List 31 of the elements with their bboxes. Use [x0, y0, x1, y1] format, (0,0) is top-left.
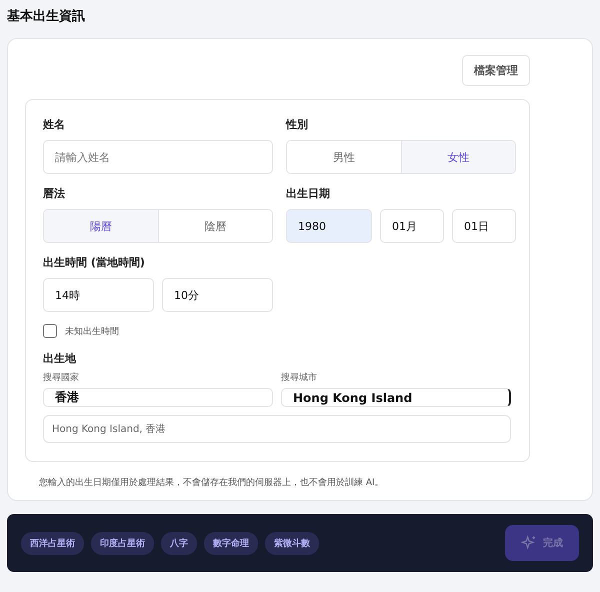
field-label: 性別	[286, 118, 309, 132]
privacy-notice: 您輸入的出生日期僅用於處理結果，不會儲存在我們的伺服器上，也不會用於訓練 AI。	[39, 476, 385, 490]
place-result[interactable]: Hong Kong Island, 香港	[43, 415, 511, 443]
field-label: 出生地	[43, 352, 77, 366]
sparkle-icon	[521, 535, 537, 551]
field-label: 姓名	[43, 118, 66, 132]
name-field[interactable]: 請輸入姓名	[43, 140, 273, 174]
time-field[interactable]: 10分	[162, 278, 273, 312]
field-label: 出生時間 (當地時間)	[43, 256, 146, 270]
country-field[interactable]: 香港	[43, 388, 273, 407]
manage-button[interactable]: 檔案管理	[462, 55, 530, 86]
field-label: 出生日期	[286, 187, 331, 201]
calendar-option[interactable]: 陽曆	[44, 210, 158, 242]
date-field[interactable]: 01日	[452, 209, 516, 243]
tag[interactable]: 紫微斗數	[265, 532, 319, 554]
checkbox-label: 未知出生時間	[65, 326, 119, 338]
date-field[interactable]: 1980	[286, 209, 372, 243]
checkbox[interactable]	[43, 324, 57, 338]
city-field[interactable]: Hong Kong Island	[281, 388, 511, 407]
gender-option[interactable]: 女性	[400, 141, 515, 173]
date-field[interactable]: 01月	[380, 209, 444, 243]
field-caption: 搜尋國家	[43, 372, 80, 384]
tag[interactable]: 西洋占星術	[21, 532, 84, 554]
tag[interactable]: 印度占星術	[91, 532, 154, 554]
field-caption: 搜尋城市	[281, 372, 318, 384]
field-label: 曆法	[43, 187, 66, 201]
calendar-option[interactable]: 陰曆	[158, 210, 272, 242]
section-title: 基本出生資訊	[7, 8, 86, 26]
tag[interactable]: 八字	[161, 532, 197, 554]
tag[interactable]: 數字命理	[204, 532, 258, 554]
time-field[interactable]: 14時	[43, 278, 154, 312]
